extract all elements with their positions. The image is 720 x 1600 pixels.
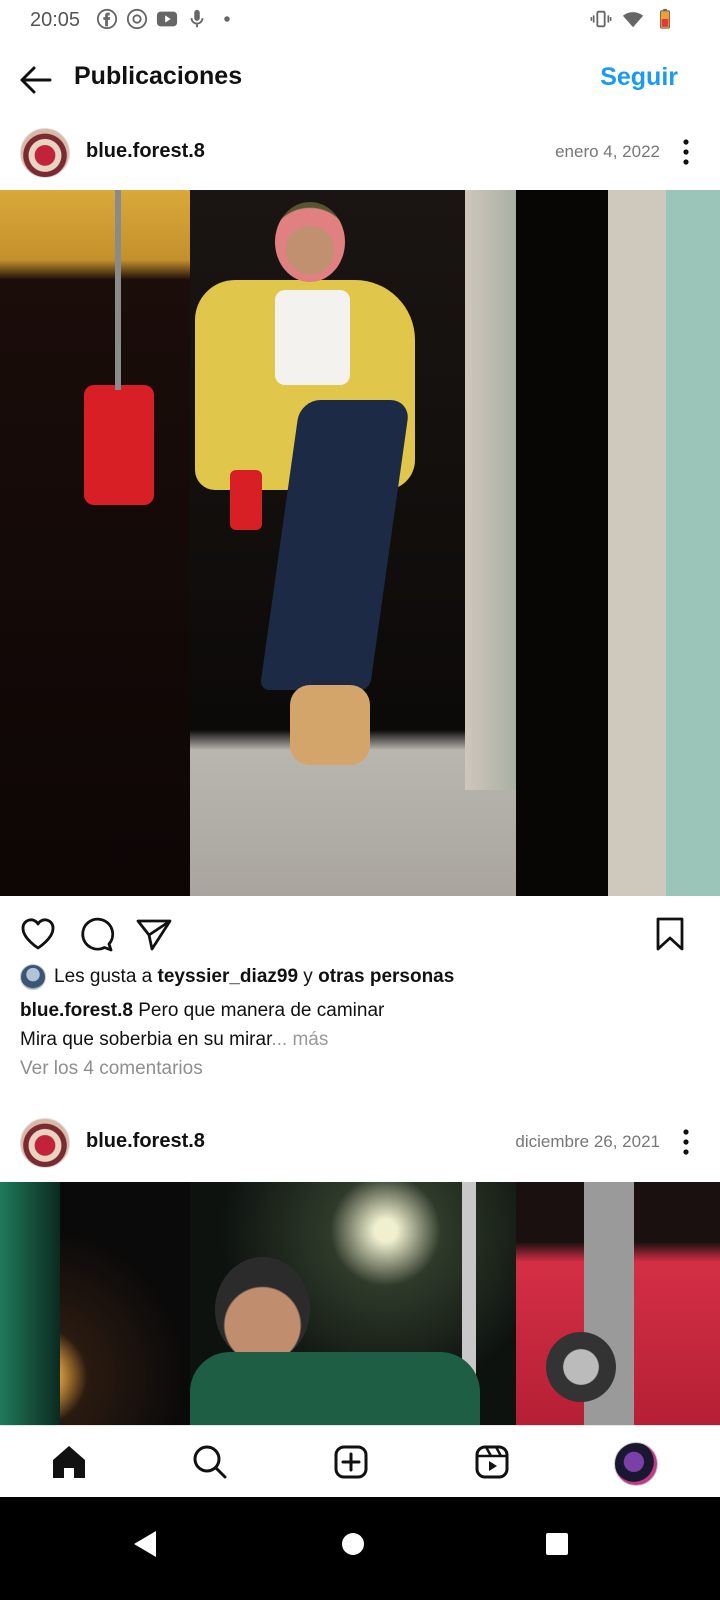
like-heart-icon[interactable]: [18, 914, 58, 954]
post-header: blue.forest.8 enero 4, 2022: [0, 118, 720, 188]
dot-icon: [224, 16, 230, 22]
back-arrow-icon[interactable]: [14, 60, 58, 100]
home-icon[interactable]: [47, 1440, 91, 1484]
author-avatar[interactable]: [20, 1118, 70, 1168]
view-comments-link[interactable]: Ver los 4 comentarios: [20, 1058, 203, 1080]
likes-summary[interactable]: Les gusta a teyssier_diaz99 y otras pers…: [20, 964, 454, 990]
person-head-shape: [215, 1257, 310, 1362]
top-app-bar: Publicaciones Seguir: [0, 50, 720, 110]
image-panel-center: [190, 190, 516, 896]
caption-line-2: Mira que soberbia en su mirar... más: [20, 1025, 700, 1054]
image-panel-left: [0, 190, 190, 896]
post-date: diciembre 26, 2021: [515, 1132, 660, 1151]
caption-author[interactable]: blue.forest.8: [20, 1000, 133, 1021]
caption-more-link[interactable]: más: [287, 1029, 328, 1050]
system-status-icons: [590, 8, 676, 30]
likes-others[interactable]: otras personas: [318, 966, 454, 987]
likes-conjunction: y: [298, 966, 319, 987]
reels-icon[interactable]: [470, 1440, 514, 1484]
wifi-icon: [622, 12, 644, 28]
battery-icon: [659, 8, 671, 29]
system-navigation-bar: [0, 1497, 720, 1600]
small-handbag-shape: [230, 470, 262, 530]
caption-text-2: Mira que soberbia en su mirar: [20, 1029, 272, 1050]
person-head-shape: [275, 202, 345, 282]
caption-line-1: blue.forest.8 Pero que manera de caminar: [20, 996, 700, 1025]
profile-avatar[interactable]: [614, 1442, 658, 1486]
search-icon[interactable]: [188, 1440, 232, 1484]
youtube-icon: [156, 11, 178, 27]
more-options-icon[interactable]: [674, 1126, 698, 1158]
image-panel-right: [516, 190, 720, 896]
image-panel-left: [0, 1182, 190, 1425]
likes-prefix: Les gusta a: [54, 966, 158, 987]
author-username[interactable]: blue.forest.8: [86, 140, 205, 163]
status-time: 20:05: [30, 9, 81, 31]
author-avatar[interactable]: [20, 128, 70, 178]
post-image[interactable]: [0, 190, 720, 896]
follow-button[interactable]: Seguir: [600, 63, 678, 92]
post-date: enero 4, 2022: [555, 142, 660, 161]
wheel-shape: [546, 1332, 616, 1402]
comment-icon[interactable]: [76, 914, 116, 954]
bag-chain-shape: [115, 190, 121, 390]
liker-avatar: [20, 964, 46, 990]
author-username[interactable]: blue.forest.8: [86, 1130, 205, 1153]
system-back-icon[interactable]: [120, 1519, 170, 1569]
vibrate-icon: [590, 10, 612, 28]
person-fur-shape: [190, 1352, 480, 1425]
image-panel-center: [190, 1182, 516, 1425]
facebook-icon: [96, 8, 118, 30]
system-recents-icon[interactable]: [532, 1519, 582, 1569]
share-send-icon[interactable]: [134, 914, 174, 954]
door-frame-shape: [465, 190, 516, 790]
bottom-navigation: [0, 1425, 720, 1498]
post-header: blue.forest.8 diciembre 26, 2021: [0, 1108, 720, 1178]
system-home-icon[interactable]: [328, 1519, 378, 1569]
fur-edge-shape: [0, 1182, 60, 1425]
caption-ellipsis: ...: [271, 1029, 288, 1050]
chrome-icon: [126, 8, 148, 30]
likes-text: Les gusta a teyssier_diaz99 y otras pers…: [54, 966, 454, 988]
notification-icons: [96, 8, 238, 30]
status-bar: 20:05: [0, 0, 720, 44]
save-bookmark-icon[interactable]: [650, 914, 690, 954]
person-shoes-shape: [290, 685, 370, 765]
page-title: Publicaciones: [74, 62, 243, 90]
image-panel-right: [516, 1182, 720, 1425]
post-actions: [0, 910, 720, 960]
mic-icon: [190, 9, 204, 28]
person-top-shape: [275, 290, 350, 385]
handbag-shape: [84, 385, 154, 505]
liker-username[interactable]: teyssier_diaz99: [158, 966, 299, 987]
create-post-icon[interactable]: [329, 1440, 373, 1484]
post-caption: blue.forest.8 Pero que manera de caminar…: [20, 996, 700, 1054]
post-image[interactable]: [0, 1182, 720, 1425]
caption-text-1: Pero que manera de caminar: [132, 1000, 385, 1021]
more-options-icon[interactable]: [674, 136, 698, 168]
